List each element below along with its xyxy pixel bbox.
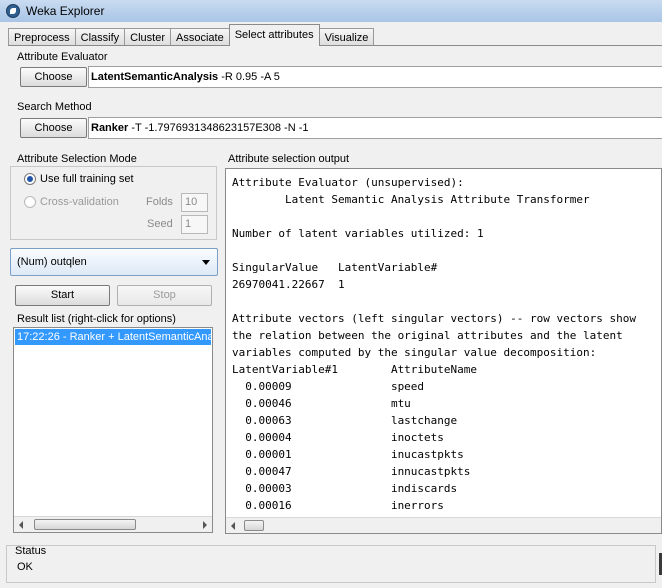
evaluator-choose-button[interactable]: Choose: [20, 67, 87, 87]
status-box: [6, 545, 656, 583]
seed-label: Seed: [147, 218, 173, 230]
search-choose-button[interactable]: Choose: [20, 118, 87, 138]
folds-input[interactable]: 10: [181, 193, 208, 212]
tab-classify[interactable]: Classify: [74, 28, 126, 46]
radio-unchecked-icon: [24, 196, 36, 208]
selection-mode-label: Attribute Selection Mode: [17, 153, 137, 165]
evaluator-config-field[interactable]: LatentSemanticAnalysis -R 0.95 -A 5: [88, 66, 662, 88]
title-bar: Weka Explorer: [0, 0, 662, 22]
result-list-scrollbar[interactable]: [14, 516, 212, 532]
output-label: Attribute selection output: [228, 153, 350, 165]
scroll-thumb[interactable]: [244, 520, 264, 531]
radio-checked-icon: [24, 173, 36, 185]
status-label: Status: [15, 545, 47, 557]
cross-validation-label: Cross-validation: [40, 196, 119, 208]
cross-validation-radio[interactable]: Cross-validation: [24, 196, 119, 208]
weka-bird-icon: [6, 4, 20, 18]
search-options: -T -1.7976931348623157E308 -N -1: [128, 122, 309, 134]
search-config-field[interactable]: Ranker -T -1.7976931348623157E308 -N -1: [88, 117, 662, 139]
class-attribute-value: (Num) outqlen: [17, 256, 87, 268]
result-list-item[interactable]: 17:22:26 - Ranker + LatentSemanticAnalys…: [15, 329, 211, 345]
scroll-left-icon[interactable]: [231, 522, 235, 530]
tab-select-attributes[interactable]: Select attributes: [228, 24, 320, 46]
result-list[interactable]: 17:22:26 - Ranker + LatentSemanticAnalys…: [13, 327, 213, 533]
chevron-down-icon: [202, 260, 210, 265]
output-text: Attribute Evaluator (unsupervised): Late…: [232, 176, 636, 512]
use-full-training-radio[interactable]: Use full training set: [24, 173, 134, 185]
main-tabs: Preprocess Classify Cluster Associate Se…: [8, 24, 375, 46]
attribute-evaluator-label: Attribute Evaluator: [17, 51, 108, 63]
evaluator-name: LatentSemanticAnalysis: [91, 71, 219, 83]
seed-input[interactable]: 1: [181, 215, 208, 234]
tab-preprocess[interactable]: Preprocess: [8, 28, 76, 46]
scroll-left-icon[interactable]: [19, 521, 23, 529]
scroll-thumb[interactable]: [34, 519, 136, 530]
window-title: Weka Explorer: [26, 4, 105, 18]
output-scrollbar[interactable]: [226, 517, 661, 533]
stop-button[interactable]: Stop: [117, 285, 212, 306]
search-method-label: Search Method: [17, 101, 92, 113]
tab-visualize[interactable]: Visualize: [318, 28, 375, 46]
search-name: Ranker: [91, 122, 129, 134]
class-attribute-combo[interactable]: (Num) outqlen: [10, 248, 218, 276]
use-full-training-label: Use full training set: [40, 173, 134, 185]
scroll-right-icon[interactable]: [203, 521, 207, 529]
status-text: OK: [17, 561, 33, 573]
folds-label: Folds: [146, 196, 173, 208]
tab-associate[interactable]: Associate: [170, 28, 230, 46]
start-button[interactable]: Start: [15, 285, 110, 306]
result-list-label: Result list (right-click for options): [17, 313, 176, 325]
attribute-selection-output[interactable]: Attribute Evaluator (unsupervised): Late…: [225, 168, 662, 534]
tab-cluster[interactable]: Cluster: [124, 28, 171, 46]
evaluator-options: -R 0.95 -A 5: [218, 71, 280, 83]
